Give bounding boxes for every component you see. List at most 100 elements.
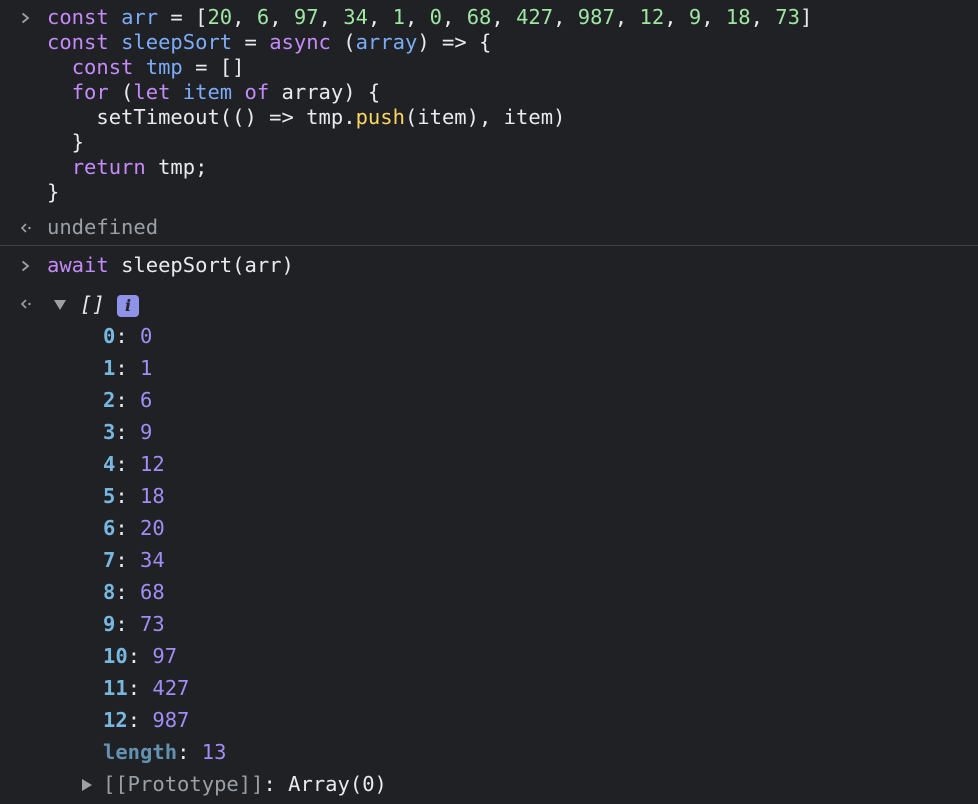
prototype-property[interactable]: [[Prototype]]: Array(0) bbox=[0, 772, 978, 797]
array-entry-row: 6: 20 bbox=[103, 516, 165, 540]
code-token: of bbox=[244, 80, 270, 104]
code-token: return bbox=[71, 155, 146, 179]
array-index: 12 bbox=[103, 708, 128, 732]
code-line: setTimeout(() => tmp.push(item), item) bbox=[0, 105, 978, 130]
array-value: 6 bbox=[140, 388, 153, 412]
chevron-right-icon bbox=[21, 12, 30, 24]
code-token: , bbox=[269, 5, 294, 29]
code-token: const bbox=[47, 5, 122, 29]
code-token: const bbox=[47, 30, 122, 54]
code-token: sleepSort(arr) bbox=[121, 253, 294, 277]
code-text: await sleepSort(arr) bbox=[47, 253, 294, 278]
triangle-down-icon[interactable] bbox=[54, 300, 66, 310]
code-line: const sleepSort = async (array) => { bbox=[0, 30, 978, 55]
code-token: , bbox=[664, 5, 689, 29]
code-token: , bbox=[318, 5, 344, 29]
array-index: 3 bbox=[103, 420, 116, 444]
array-entry-row: 2: 6 bbox=[103, 388, 153, 412]
property-value: Array(0) bbox=[288, 772, 387, 796]
property-key: length bbox=[103, 740, 178, 764]
array-value: 18 bbox=[140, 484, 165, 508]
code-token: 18 bbox=[725, 5, 751, 29]
code-line: const arr = [20, 6, 97, 34, 1, 0, 68, 42… bbox=[0, 5, 978, 30]
code-token: = [] bbox=[182, 55, 245, 79]
code-text: setTimeout(() => tmp.push(item), item) bbox=[47, 105, 565, 130]
code-token: ( bbox=[330, 30, 356, 54]
code-token: let bbox=[133, 80, 183, 104]
code-token: array bbox=[355, 30, 418, 54]
array-value: 427 bbox=[152, 676, 190, 700]
array-preview: [] bbox=[80, 292, 105, 316]
code-line: await sleepSort(arr) bbox=[0, 253, 978, 278]
code-line: const tmp = [] bbox=[0, 55, 978, 80]
code-token: 73 bbox=[775, 5, 800, 29]
code-token: , bbox=[491, 5, 517, 29]
code-token: , bbox=[701, 5, 726, 29]
array-index: 4 bbox=[103, 452, 116, 476]
array-entry-row: 8: 68 bbox=[103, 580, 165, 604]
code-token: 9 bbox=[688, 5, 702, 29]
array-value: 987 bbox=[152, 708, 190, 732]
array-entry-row: 12: 987 bbox=[103, 708, 190, 732]
code-token: for bbox=[71, 80, 109, 104]
array-index: 11 bbox=[103, 676, 128, 700]
code-token: , bbox=[232, 5, 257, 29]
code-text: return tmp; bbox=[47, 155, 208, 180]
code-token: } bbox=[47, 180, 60, 204]
array-index: 8 bbox=[103, 580, 116, 604]
code-token: async bbox=[269, 30, 331, 54]
info-icon[interactable]: i bbox=[117, 295, 139, 317]
array-index: 1 bbox=[103, 356, 116, 380]
array-value: 9 bbox=[140, 420, 153, 444]
triangle-right-icon[interactable] bbox=[82, 779, 92, 791]
code-token: setTimeout(() => tmp. bbox=[47, 105, 356, 129]
array-value: 97 bbox=[152, 644, 178, 668]
code-token: , bbox=[553, 5, 578, 29]
code-text: } bbox=[47, 130, 84, 155]
array-entry-row: 5: 18 bbox=[103, 484, 165, 508]
code-line: } bbox=[0, 130, 978, 155]
chevron-right-icon bbox=[21, 260, 30, 272]
code-text: const arr = [20, 6, 97, 34, 1, 0, 68, 42… bbox=[47, 5, 812, 30]
code-token: await bbox=[47, 253, 122, 277]
code-token: 427 bbox=[516, 5, 554, 29]
code-line: return tmp; bbox=[0, 155, 978, 180]
code-line: } bbox=[0, 180, 978, 205]
code-token: , bbox=[614, 5, 640, 29]
property-key: [[Prototype]] bbox=[103, 772, 264, 796]
code-text: for (let item of array) { bbox=[47, 80, 381, 105]
array-value: 73 bbox=[140, 612, 165, 636]
return-arrow-icon bbox=[20, 299, 31, 309]
code-token: = bbox=[232, 30, 270, 54]
console-result-entry: undefined bbox=[0, 215, 978, 240]
code-line: for (let item of array) { bbox=[0, 80, 978, 105]
array-result-header[interactable]: [] i bbox=[0, 292, 978, 317]
devtools-console: const arr = [20, 6, 97, 34, 1, 0, 68, 42… bbox=[0, 0, 978, 804]
array-entry-row: 7: 34 bbox=[103, 548, 165, 572]
length-property: length: 13 bbox=[103, 740, 227, 764]
code-token: ( bbox=[108, 80, 134, 104]
code-token: push bbox=[355, 105, 405, 129]
array-index: 5 bbox=[103, 484, 116, 508]
array-entry-row: 11: 427 bbox=[103, 676, 190, 700]
code-token: 987 bbox=[577, 5, 615, 29]
code-token: 97 bbox=[293, 5, 319, 29]
array-value: 68 bbox=[140, 580, 165, 604]
entry-divider bbox=[0, 245, 978, 246]
code-token: sleepSort bbox=[121, 30, 233, 54]
array-entry-row: 9: 73 bbox=[103, 612, 165, 636]
code-token: 12 bbox=[639, 5, 665, 29]
code-token: arr bbox=[121, 5, 159, 29]
array-index: 0 bbox=[103, 324, 116, 348]
code-token: item bbox=[182, 80, 233, 104]
code-token: 34 bbox=[343, 5, 368, 29]
code-token: , bbox=[367, 5, 393, 29]
code-token: tmp; bbox=[145, 155, 208, 179]
code-text: const sleepSort = async (array) => { bbox=[47, 30, 491, 55]
array-index: 6 bbox=[103, 516, 116, 540]
code-token: } bbox=[47, 130, 85, 154]
code-token: ] bbox=[799, 5, 813, 29]
array-entry-row: 0: 0 bbox=[103, 324, 153, 348]
